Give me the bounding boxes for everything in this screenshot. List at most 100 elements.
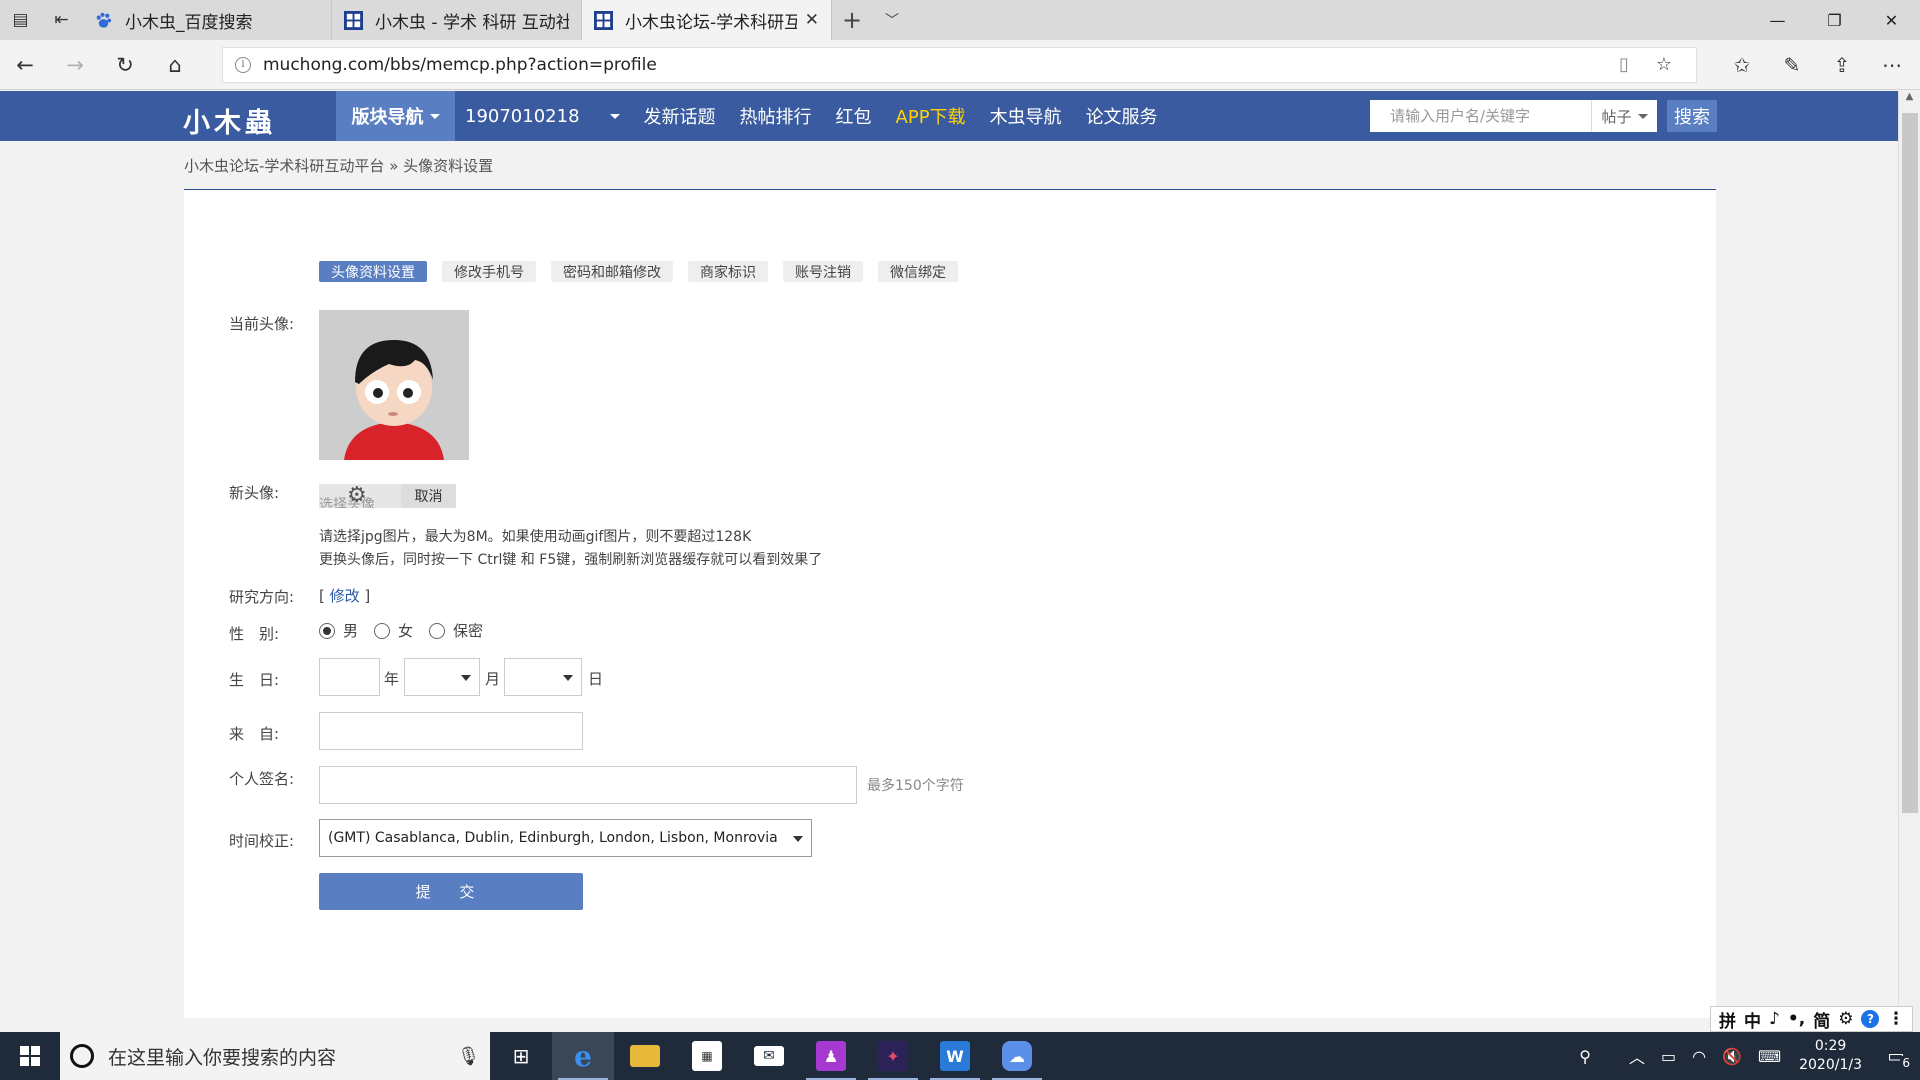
chevron-down-icon[interactable]: ﹀ <box>872 0 912 40</box>
nav-muchong-guide[interactable]: 木虫导航 <box>990 103 1062 129</box>
volume-muted-icon[interactable]: 🔇 <box>1722 1047 1742 1066</box>
wifi-icon[interactable]: ◠ <box>1692 1047 1706 1066</box>
close-tab-icon[interactable]: ✕ <box>805 10 819 30</box>
set-aside-tabs-icon[interactable]: ⇤ <box>41 0 82 40</box>
nav-paper-service[interactable]: 论文服务 <box>1086 103 1158 129</box>
from-input[interactable] <box>319 712 583 750</box>
gender-female-option[interactable]: 女 <box>374 620 413 641</box>
breadcrumb-home[interactable]: 小木虫论坛-学术科研互动平台 <box>184 157 384 175</box>
forward-icon[interactable]: → <box>50 40 100 90</box>
submit-button[interactable]: 提 交 <box>319 873 583 910</box>
wps-writer-icon[interactable]: W <box>924 1032 986 1080</box>
search-input[interactable] <box>1370 100 1591 132</box>
clock[interactable]: 0:29 2020/1/3 <box>1799 1037 1862 1075</box>
birth-day-select[interactable] <box>504 658 582 696</box>
ime-toolbar: 拼 中 ♪ •, 简 ⚙ ? ⋮ <box>1710 1006 1914 1032</box>
tab-account-cancel[interactable]: 账号注销 <box>783 261 863 282</box>
edge-browser-icon[interactable]: e <box>552 1032 614 1080</box>
bracket-open: [ <box>319 587 330 605</box>
nav-new-topic[interactable]: 发新话题 <box>644 103 716 129</box>
new-tab-icon[interactable]: + <box>832 0 872 40</box>
site-info-icon[interactable]: i <box>235 56 251 73</box>
breadcrumb-sep: » <box>389 157 399 175</box>
taskbar-search[interactable]: 在这里输入你要搜索的内容 🎙 <box>60 1032 490 1080</box>
favorite-star-icon[interactable]: ☆ <box>1644 54 1684 75</box>
microphone-icon[interactable]: 🎙 <box>457 1046 480 1067</box>
ime-moon-icon[interactable]: ♪ <box>1769 1009 1780 1029</box>
browser-tab-muchong[interactable]: 小木虫 - 学术 科研 互动社区 <box>332 0 582 40</box>
tab-merchant-mark[interactable]: 商家标识 <box>688 261 768 282</box>
nav-hot-posts[interactable]: 热帖排行 <box>740 103 812 129</box>
signature-input[interactable] <box>319 766 857 804</box>
research-field: [ 修改 ] <box>319 585 370 606</box>
show-hidden-icons[interactable]: ︿ <box>1629 1044 1645 1068</box>
nav-app-download[interactable]: APP下载 <box>896 103 966 129</box>
birth-year-input[interactable] <box>319 658 380 696</box>
gender-secret-option[interactable]: 保密 <box>429 620 483 641</box>
scroll-thumb[interactable] <box>1902 113 1918 813</box>
radio-female[interactable] <box>374 622 391 639</box>
refresh-icon[interactable]: ↻ <box>100 40 150 90</box>
store-icon[interactable]: ▦ <box>676 1032 738 1080</box>
research-edit-link[interactable]: 修改 <box>330 587 360 605</box>
mail-icon[interactable]: ✉ <box>738 1032 800 1080</box>
radio-secret[interactable] <box>429 622 446 639</box>
file-explorer-icon[interactable] <box>614 1032 676 1080</box>
gender-male-option[interactable]: 男 <box>319 620 358 641</box>
site-logo[interactable]: 小木蟲 <box>183 101 276 140</box>
back-icon[interactable]: ← <box>0 40 50 90</box>
browser-tab-active[interactable]: 小木虫论坛-学术科研互 ✕ <box>582 0 832 40</box>
top-nav: 1907010218 发新话题 热帖排行 红包 APP下载 木虫导航 论文服务 <box>465 91 1182 141</box>
pen-icon[interactable]: ✎ <box>1767 53 1817 77</box>
timezone-select[interactable]: (GMT) Casablanca, Dublin, Edinburgh, Lon… <box>319 819 812 857</box>
keyboard-icon[interactable]: ⌨ <box>1758 1047 1781 1066</box>
share-icon[interactable]: ⇪ <box>1817 53 1867 77</box>
tab-wechat-bind[interactable]: 微信绑定 <box>878 261 958 282</box>
ime-chinese-icon[interactable]: 中 <box>1744 1007 1761 1032</box>
windows-start-icon[interactable] <box>0 1032 60 1080</box>
search-type-select[interactable]: 帖子 <box>1591 100 1657 132</box>
ime-punct-icon[interactable]: •, <box>1788 1009 1805 1029</box>
restore-icon[interactable]: ❐ <box>1806 0 1863 40</box>
tab-password-email[interactable]: 密码和邮箱修改 <box>551 261 673 282</box>
action-center-icon[interactable]: ▭ 6 <box>1872 1032 1920 1080</box>
reading-view-icon[interactable]: ▯ <box>1604 54 1644 75</box>
cancel-button[interactable]: 取消 <box>401 484 456 508</box>
close-window-icon[interactable]: ✕ <box>1863 0 1920 40</box>
people-icon[interactable]: ⚲ <box>1579 1047 1591 1066</box>
ime-settings-icon[interactable]: ⚙ <box>1838 1009 1853 1029</box>
favorites-icon[interactable]: ✩ <box>1717 53 1767 77</box>
url-field[interactable]: i muchong.com/bbs/memcp.php?action=profi… <box>222 46 1697 83</box>
browser-tab-baidu[interactable]: 小木虫_百度搜索 <box>82 0 332 40</box>
birth-month-select[interactable] <box>404 658 480 696</box>
tab-change-phone[interactable]: 修改手机号 <box>442 261 536 282</box>
photos-app-icon[interactable]: ☁ <box>986 1032 1048 1080</box>
ime-help-icon[interactable]: ? <box>1861 1010 1880 1028</box>
timezone-value: (GMT) Casablanca, Dublin, Edinburgh, Lon… <box>328 830 778 846</box>
purple-app-icon[interactable]: ♟ <box>800 1032 862 1080</box>
radio-male[interactable] <box>319 622 335 639</box>
task-view-icon[interactable]: ⊞ <box>490 1032 552 1080</box>
home-icon[interactable]: ⌂ <box>150 40 200 90</box>
battery-icon[interactable]: ▭ <box>1661 1047 1676 1066</box>
vertical-scrollbar[interactable]: ▲ <box>1898 91 1920 1031</box>
search-button[interactable]: 搜索 <box>1667 100 1717 132</box>
tab-avatar-profile[interactable]: 头像资料设置 <box>319 261 427 282</box>
timezone-label: 时间校正: <box>229 832 295 850</box>
more-icon[interactable]: ⋯ <box>1867 53 1917 77</box>
ime-more-icon[interactable]: ⋮ <box>1887 1009 1904 1029</box>
avatar-tip-1: 请选择jpg图片，最大为8M。如果使用动画gif图片，则不要超过128K <box>319 529 752 545</box>
tab-manager-icon[interactable]: ▤ <box>0 0 41 40</box>
signature-label: 个人签名: <box>229 770 295 788</box>
dark-app-icon[interactable]: ✦ <box>862 1032 924 1080</box>
choose-avatar-button[interactable]: 选择头像 ⚙ <box>319 484 401 508</box>
breadcrumb-current: 头像资料设置 <box>403 157 494 175</box>
notification-count: 6 <box>1900 1056 1912 1070</box>
ime-simplified-icon[interactable]: 简 <box>1813 1007 1830 1032</box>
board-nav-dropdown[interactable]: 版块导航 <box>336 91 455 141</box>
ime-pinyin-icon[interactable]: 拼 <box>1719 1007 1736 1032</box>
nav-red-packet[interactable]: 红包 <box>836 103 872 129</box>
scroll-up-icon[interactable]: ▲ <box>1899 91 1920 111</box>
minimize-icon[interactable]: — <box>1749 0 1806 40</box>
user-menu[interactable]: 1907010218 <box>465 106 620 127</box>
